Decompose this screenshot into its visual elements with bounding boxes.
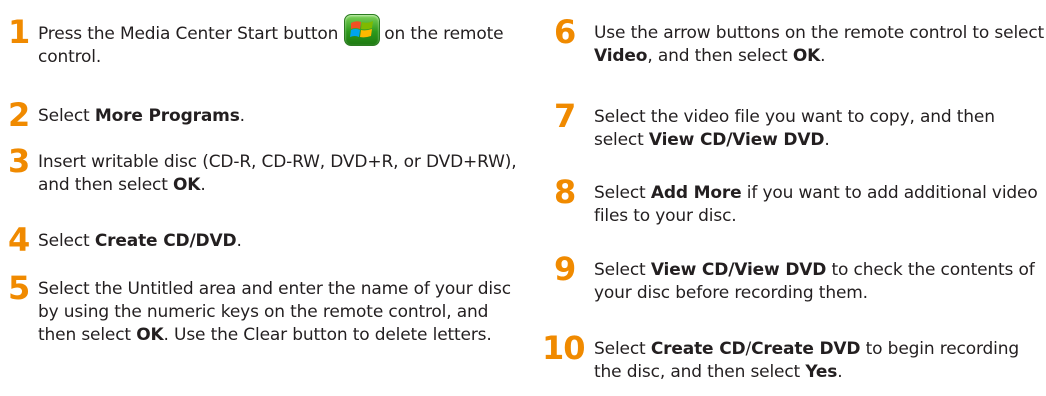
step-number: 1 bbox=[8, 13, 31, 51]
step-number: 9 bbox=[554, 250, 577, 288]
step-number: 10 bbox=[542, 329, 586, 367]
step-number: 3 bbox=[8, 142, 31, 180]
step-text: Select the video file you want to copy, … bbox=[594, 107, 995, 150]
step-text: Select Create CD/Create DVD to begin rec… bbox=[594, 339, 1019, 382]
step-number: 6 bbox=[554, 13, 577, 51]
step-text: Press the Media Center Start button on th… bbox=[38, 14, 522, 69]
windows-start-button-icon bbox=[344, 14, 381, 46]
step-text: Select More Programs. bbox=[38, 106, 245, 126]
step-text: Select Add More if you want to add addit… bbox=[594, 183, 1038, 226]
step-text: Insert writable disc (CD-R, CD-RW, DVD+R… bbox=[38, 152, 517, 195]
step-number: 4 bbox=[8, 221, 31, 259]
step-number: 7 bbox=[554, 97, 577, 135]
step-text: Select the Untitled area and enter the n… bbox=[38, 279, 511, 345]
step-text: Select View CD/View DVD to check the con… bbox=[594, 260, 1035, 303]
instruction-page: 1 Press the Media Center Start button on … bbox=[0, 0, 1046, 396]
step-number: 2 bbox=[8, 96, 31, 134]
step-number: 5 bbox=[8, 269, 31, 307]
step-text: Select Create CD/DVD. bbox=[38, 231, 242, 251]
step-text: Use the arrow buttons on the remote cont… bbox=[594, 23, 1045, 66]
step-number: 8 bbox=[554, 173, 577, 211]
